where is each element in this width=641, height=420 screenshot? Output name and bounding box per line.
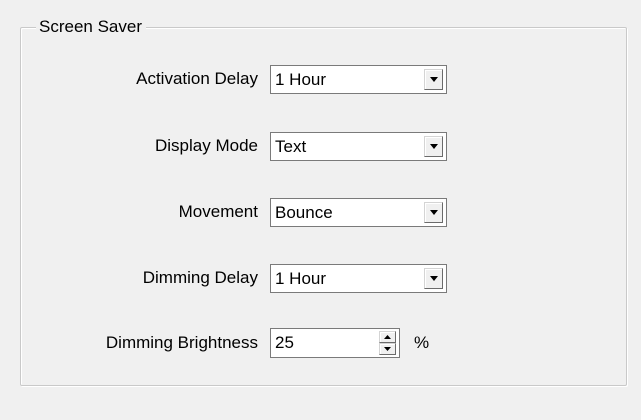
percent-unit-label: % (414, 333, 430, 352)
chevron-down-icon (430, 77, 438, 82)
activation-delay-label: Activation Delay (136, 69, 258, 88)
dropdown-button[interactable] (424, 69, 443, 90)
spin-down-button[interactable] (379, 343, 396, 355)
display-mode-label: Display Mode (155, 136, 258, 155)
display-mode-select[interactable]: Text (270, 132, 447, 161)
dimming-brightness-spinner[interactable]: 25 (270, 328, 400, 358)
spin-up-button[interactable] (379, 331, 396, 343)
group-title: Screen Saver (36, 17, 146, 37)
chevron-down-icon (430, 144, 438, 149)
dropdown-button[interactable] (424, 202, 443, 223)
dimming-delay-value: 1 Hour (275, 269, 327, 288)
movement-select[interactable]: Bounce (270, 198, 447, 227)
chevron-down-icon (430, 276, 438, 281)
movement-value: Bounce (275, 203, 333, 222)
arrow-up-icon (384, 335, 391, 339)
dimming-delay-select[interactable]: 1 Hour (270, 264, 447, 293)
activation-delay-select[interactable]: 1 Hour (270, 65, 447, 94)
dropdown-button[interactable] (424, 136, 443, 157)
movement-label: Movement (178, 202, 258, 221)
dimming-brightness-label: Dimming Brightness (105, 333, 258, 352)
arrow-down-icon (384, 347, 391, 351)
chevron-down-icon (430, 210, 438, 215)
activation-delay-value: 1 Hour (275, 70, 327, 89)
display-mode-value: Text (275, 137, 307, 156)
dimming-delay-label: Dimming Delay (142, 268, 258, 287)
dropdown-button[interactable] (424, 268, 443, 289)
dimming-brightness-value: 25 (275, 333, 294, 352)
